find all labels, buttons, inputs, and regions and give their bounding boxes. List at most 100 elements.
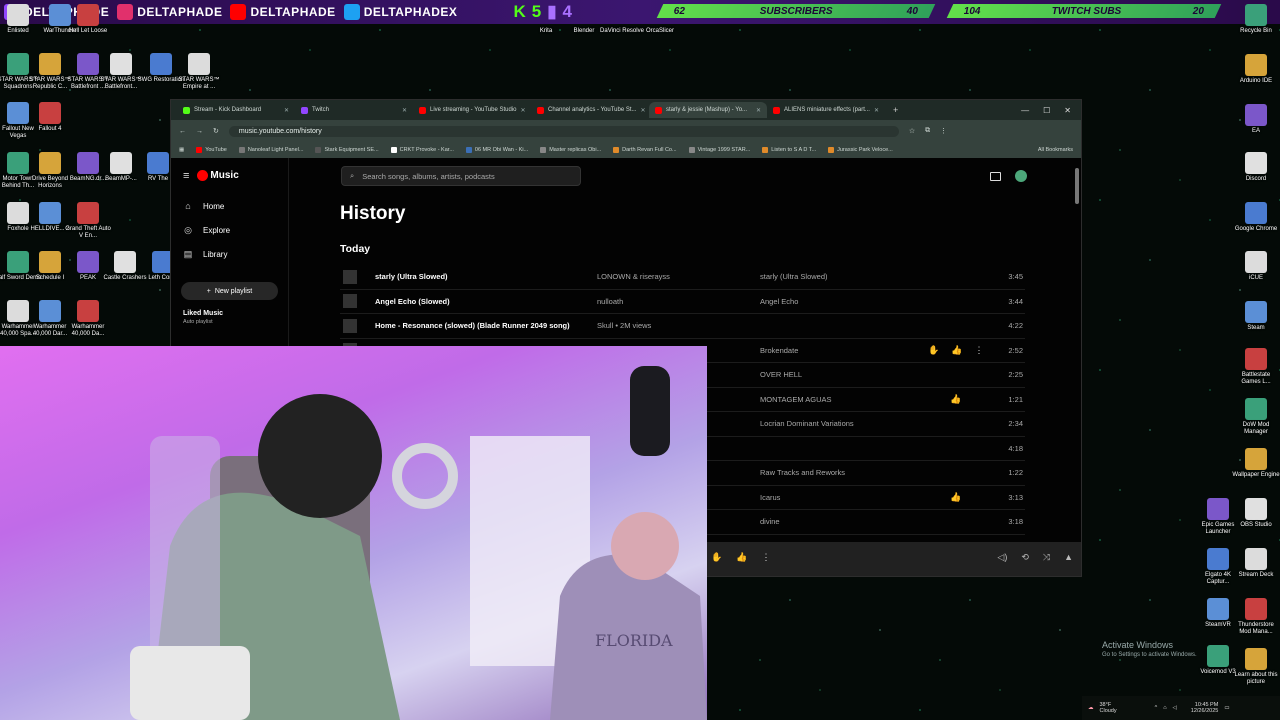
browser-tab[interactable]: Live streaming - YouTube Studio ✕ — [413, 102, 531, 118]
bookmark-item[interactable]: Vintage 1999 STAR... — [688, 147, 750, 153]
bookmark-item[interactable]: YouTube — [196, 147, 227, 153]
desktop-icon[interactable]: Grand Theft Auto V En... — [64, 202, 112, 240]
bookmark-item[interactable]: Nanoleaf Light Panel... — [238, 147, 303, 153]
maximize-icon[interactable]: ☐ — [1043, 106, 1050, 115]
desktop-icon[interactable]: iCUE — [1232, 251, 1280, 282]
volume-tray-icon[interactable]: ◁ — [1173, 705, 1177, 711]
bookmark-star-icon[interactable]: ☆ — [909, 127, 915, 135]
nav-explore[interactable]: ◎ Explore — [171, 218, 288, 242]
repeat-icon[interactable]: ⟲ — [1021, 552, 1029, 563]
network-icon[interactable]: ⌂ — [1163, 705, 1166, 711]
song-album[interactable]: divine — [760, 517, 780, 526]
song-album[interactable]: Angel Echo — [760, 297, 798, 306]
volume-icon[interactable]: ◁) — [997, 552, 1007, 563]
desktop-icon[interactable]: Hell Let Loose — [64, 4, 112, 35]
desktop-icon[interactable]: EA — [1232, 104, 1280, 135]
song-album[interactable]: MONTAGEM AGUAS — [760, 395, 832, 404]
song-artist[interactable]: LONOWN & riserayss — [597, 272, 670, 281]
history-row[interactable]: Angel Echo (Slowed) nulloath Angel Echo 3:4… — [340, 290, 1025, 314]
apps-icon[interactable]: ▦ — [179, 147, 184, 153]
forward-icon[interactable]: → — [196, 128, 203, 135]
desktop-icon[interactable]: Thunderstore Mod Mana... — [1232, 598, 1280, 636]
ytm-logo[interactable]: Music — [197, 170, 239, 182]
desktop-icon[interactable]: Battlestate Games L... — [1232, 348, 1280, 386]
notification-icon[interactable]: ▭ — [1224, 705, 1229, 711]
song-artist[interactable]: Skull • 2M views — [597, 321, 651, 330]
song-album[interactable]: Raw Tracks and Reworks — [760, 468, 845, 477]
hamburger-icon[interactable]: ≡ — [183, 170, 189, 182]
liked-icon[interactable]: 👍 — [950, 492, 961, 503]
song-album[interactable]: Icarus — [760, 493, 780, 502]
chevron-up-icon[interactable]: ^ — [1155, 705, 1158, 711]
dislike-icon[interactable]: ✋ — [928, 345, 939, 356]
liked-music[interactable]: Liked Music — [171, 310, 288, 317]
back-icon[interactable]: ← — [179, 128, 186, 135]
tab-close-icon[interactable]: ✕ — [756, 107, 761, 114]
shuffle-icon[interactable]: ⤨ — [1043, 552, 1050, 563]
browser-tab[interactable]: Twitch ✕ — [295, 102, 413, 118]
avatar[interactable] — [1015, 170, 1027, 182]
bookmark-item[interactable]: Darth Revan Full Co... — [613, 147, 677, 153]
minimize-icon[interactable]: — — [1021, 106, 1029, 115]
scrollbar[interactable] — [1075, 168, 1079, 204]
song-artist[interactable]: nulloath — [597, 297, 623, 306]
search-input[interactable]: ⌕ Search songs, albums, artists, podcast… — [341, 166, 581, 186]
song-title[interactable]: Home - Resonance (slowed) (Blade Runner … — [375, 321, 601, 330]
song-album[interactable]: Locrian Dominant Variations — [760, 419, 854, 428]
browser-tab[interactable]: Stream - Kick Dashboard ✕ — [177, 102, 295, 118]
browser-tab[interactable]: ALIENS miniature effects (part... ✕ — [767, 102, 885, 118]
desktop-icon[interactable]: STAR WARS™ Empire at ... — [175, 53, 223, 91]
new-playlist-button[interactable]: + New playlist — [181, 282, 278, 300]
tab-close-icon[interactable]: ✕ — [521, 107, 526, 114]
bookmark-item[interactable]: Master replicas Obi... — [540, 147, 601, 153]
more-icon[interactable]: ⋮ — [761, 552, 770, 563]
all-bookmarks[interactable]: All Bookmarks — [1038, 147, 1073, 153]
nav-library[interactable]: ▤ Library — [171, 242, 288, 266]
weather[interactable]: 38°F Cloudy — [1100, 702, 1117, 714]
song-title[interactable]: Angel Echo (Slowed) — [375, 297, 601, 306]
tab-close-icon[interactable]: ✕ — [641, 107, 646, 114]
song-album[interactable]: OVER HELL — [760, 370, 802, 379]
menu-dots-icon[interactable]: ⋮ — [940, 127, 947, 135]
desktop-icon[interactable]: DoW Mod Manager — [1232, 398, 1280, 436]
bookmark-item[interactable]: CRKT Provoke - Kar... — [390, 147, 454, 153]
desktop-icon[interactable]: Warhammer 40,000 Da... — [64, 300, 112, 338]
desktop-icon[interactable]: OBS Studio — [1232, 498, 1280, 529]
desktop-icon[interactable]: Wallpaper Engine — [1232, 448, 1280, 479]
desktop-icon[interactable]: OrcaSlicer — [636, 28, 684, 35]
desktop-icon[interactable]: Fallout 4 — [26, 102, 74, 133]
cast-icon[interactable] — [990, 171, 1001, 181]
new-tab-icon[interactable]: + — [893, 105, 898, 115]
history-row[interactable]: starly (Ultra Slowed) LONOWN & riserayss s… — [340, 265, 1025, 290]
reload-icon[interactable]: ↻ — [213, 127, 219, 135]
browser-tab[interactable]: Channel analytics - YouTube St... ✕ — [531, 102, 649, 118]
bookmark-item[interactable]: 06 MR Obi Wan - Ki... — [465, 147, 528, 153]
bookmark-item[interactable]: Stark Equipment SE... — [315, 147, 379, 153]
desktop-icon[interactable]: Arduino IDE — [1232, 54, 1280, 85]
extensions-icon[interactable]: ⧉ — [925, 127, 930, 135]
more-icon[interactable]: ⋮ — [974, 345, 983, 356]
close-icon[interactable]: ✕ — [1064, 106, 1071, 115]
tab-close-icon[interactable]: ✕ — [284, 107, 289, 114]
url-field[interactable]: music.youtube.com/history — [228, 125, 899, 137]
like-icon[interactable]: 👍 — [736, 552, 747, 563]
tab-close-icon[interactable]: ✕ — [874, 107, 879, 114]
song-title[interactable]: starly (Ultra Slowed) — [375, 272, 601, 281]
song-album[interactable]: starly (Ultra Slowed) — [760, 272, 828, 281]
song-album[interactable]: Brokendate — [760, 346, 798, 355]
bookmark-item[interactable]: Listen to S A D T... — [762, 147, 816, 153]
liked-icon[interactable]: 👍 — [950, 394, 961, 405]
desktop-icon[interactable]: Recycle Bin — [1232, 4, 1280, 35]
nav-home[interactable]: ⌂ Home — [171, 194, 288, 218]
browser-tab[interactable]: starly & jessie (Mashup) - Yo... ✕ — [649, 102, 767, 118]
bookmark-item[interactable]: Jurassic Park Veloce... — [828, 147, 893, 153]
clock[interactable]: 10:45 PM 12/26/2025 — [1191, 702, 1219, 714]
desktop-icon[interactable]: Learn about this picture — [1232, 648, 1280, 686]
desktop-icon[interactable]: Discord — [1232, 152, 1280, 183]
history-row[interactable]: Home - Resonance (slowed) (Blade Runner … — [340, 314, 1025, 339]
desktop-icon[interactable]: Google Chrome — [1232, 202, 1280, 233]
desktop-icon[interactable]: Stream Deck — [1232, 548, 1280, 579]
expand-icon[interactable]: ▲ — [1064, 552, 1073, 563]
dislike-icon[interactable]: ✋ — [711, 552, 722, 563]
tab-close-icon[interactable]: ✕ — [402, 107, 407, 114]
